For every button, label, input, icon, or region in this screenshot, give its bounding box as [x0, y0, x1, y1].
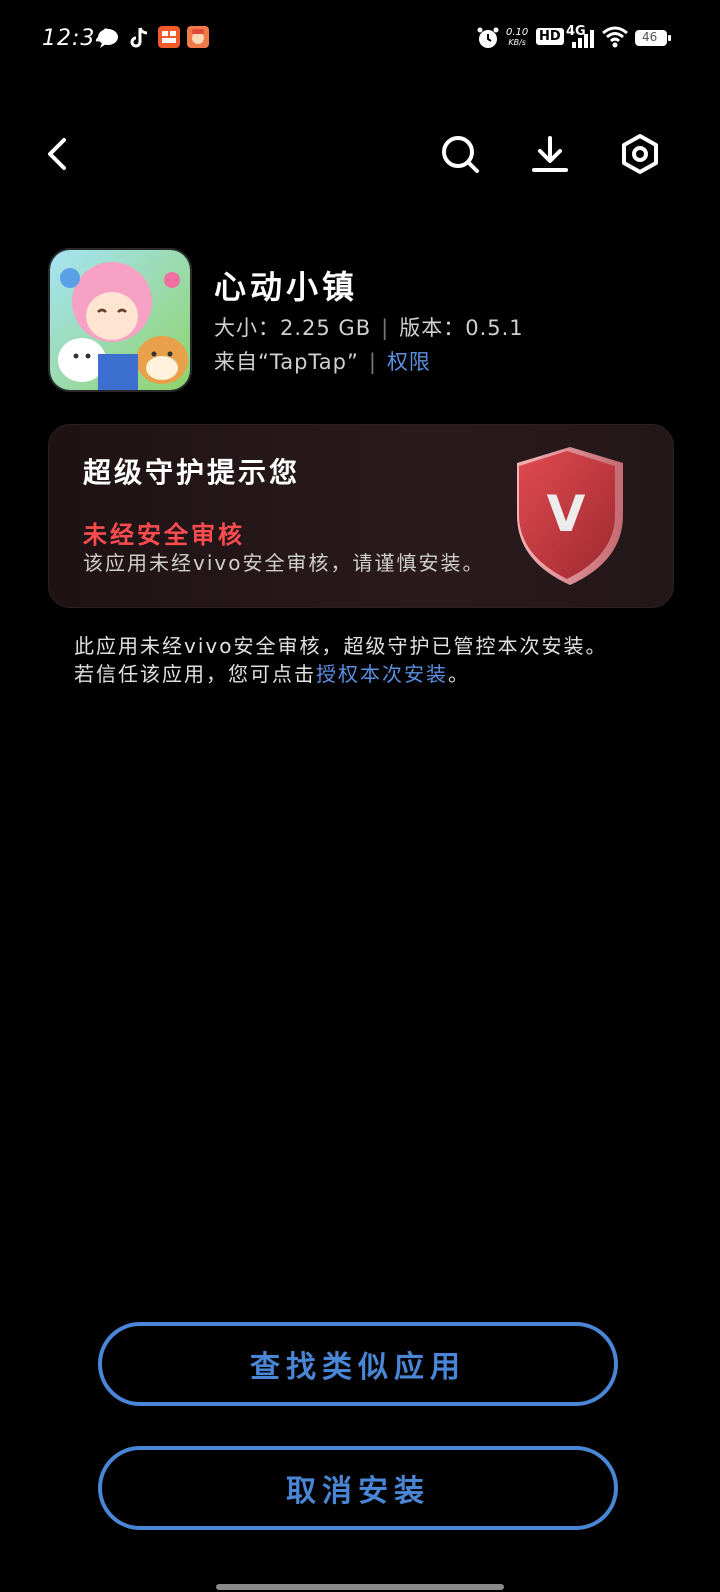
permissions-link[interactable]: 权限 [387, 350, 431, 374]
notice-prefix: 若信任该应用，您可点击 [74, 662, 316, 686]
shield-letter: V [547, 485, 586, 543]
app-icon-orange [158, 26, 180, 52]
app-source: 来自“TapTap” [214, 350, 359, 374]
app-source-line: 来自“TapTap” | 权限 [214, 346, 431, 376]
tiktok-icon [128, 26, 150, 54]
shield-icon: V [511, 443, 629, 593]
top-nav [0, 110, 720, 190]
download-icon [532, 136, 568, 172]
hd-badge: HD [536, 28, 564, 45]
wifi-icon [602, 26, 628, 52]
settings-icon [622, 134, 658, 174]
notice-line-2: 若信任该应用，您可点击授权本次安装。 [74, 660, 654, 688]
home-indicator[interactable] [216, 1584, 504, 1590]
battery-level: 46 [642, 30, 658, 44]
notice-line-1: 此应用未经vivo安全审核，超级守护已管控本次安装。 [74, 634, 608, 658]
unverified-warning: 未经安全审核 [83, 521, 245, 549]
security-warning-card: 超级守护提示您 未经安全审核 该应用未经vivo安全审核，请谨慎安装。 V [48, 424, 674, 608]
cancel-install-button[interactable]: 取消安装 [98, 1446, 618, 1530]
notice-suffix: 。 [448, 662, 470, 686]
app-meta: 大小：2.25 GB | 版本：0.5.1 [214, 312, 524, 342]
app-version: 0.5.1 [465, 316, 524, 340]
message-icon [96, 26, 120, 54]
card-title: 超级守护提示您 [83, 456, 301, 489]
authorize-install-link[interactable]: 授权本次安装 [316, 662, 448, 686]
battery-icon: 46 [634, 28, 672, 52]
app-icon [48, 248, 192, 392]
status-bar: 12:34 0.10 KB/s HD 4G 46 [0, 0, 720, 80]
app-size: 2.25 GB [280, 316, 372, 340]
app-icon-avatar [187, 26, 209, 52]
settings-button[interactable] [616, 130, 664, 178]
net-speed: 0.10 KB/s [506, 28, 528, 48]
divider: | [381, 316, 390, 340]
net-speed-value: 0.10 [506, 27, 529, 38]
find-similar-apps-button[interactable]: 查找类似应用 [98, 1322, 618, 1406]
install-notice: 此应用未经vivo安全审核，超级守护已管控本次安装。 若信任该应用，您可点击授权… [74, 632, 654, 688]
version-label: 版本： [399, 316, 466, 340]
back-icon [48, 138, 66, 170]
search-button[interactable] [436, 130, 484, 178]
back-button[interactable] [34, 130, 82, 178]
download-button[interactable] [526, 130, 574, 178]
app-name: 心动小镇 [214, 268, 359, 306]
size-label: 大小： [214, 316, 280, 340]
card-description: 该应用未经vivo安全审核，请谨慎安装。 [83, 551, 485, 575]
divider: | [368, 350, 377, 374]
net-speed-unit: KB/s [508, 38, 526, 47]
alarm-icon [476, 26, 500, 54]
search-icon [442, 136, 479, 173]
